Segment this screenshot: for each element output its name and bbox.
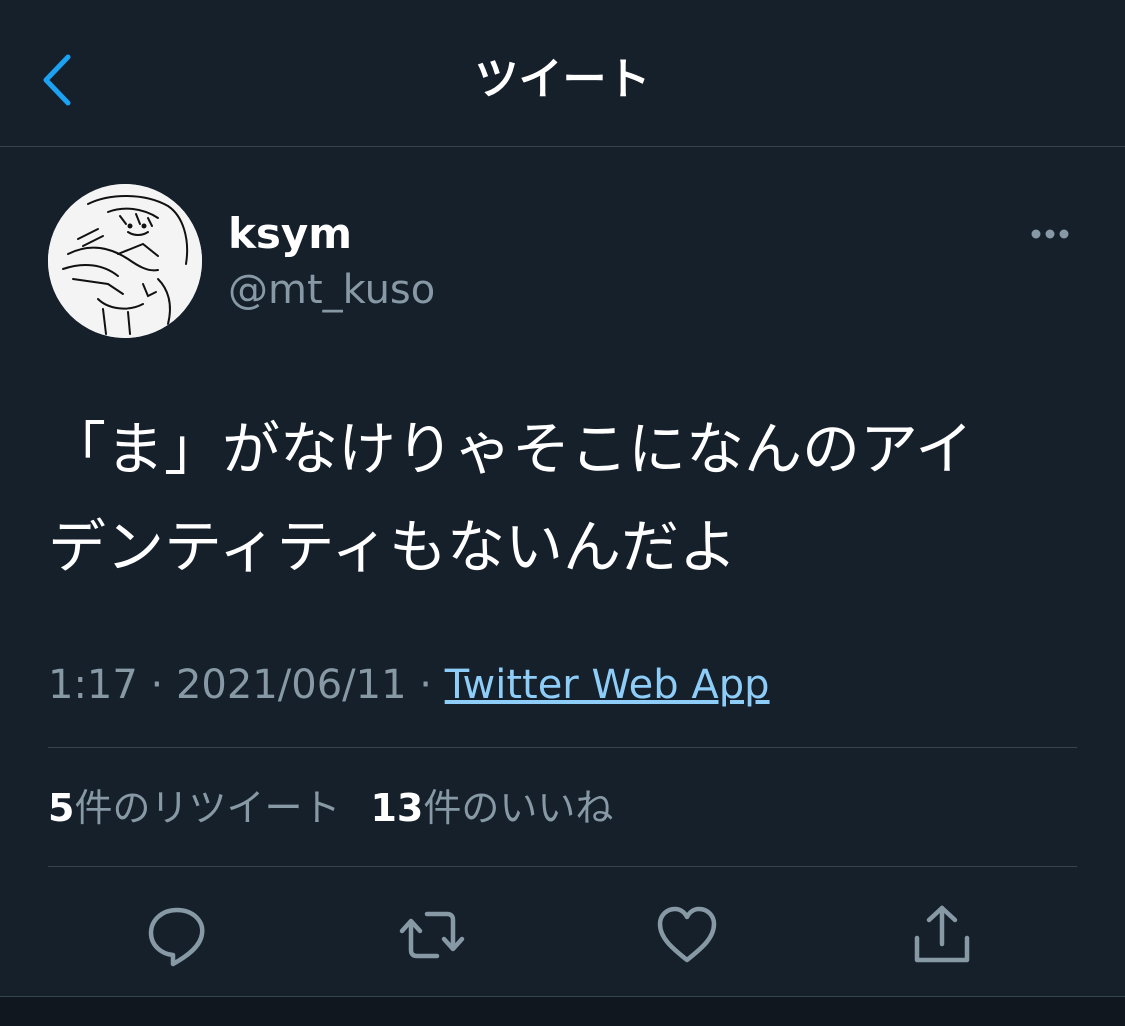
- tweet-text-line: デンティティもないんだよ: [48, 513, 738, 581]
- meta-separator: ·: [150, 662, 164, 708]
- like-label: 件のいいね: [423, 786, 614, 830]
- display-name[interactable]: ksym: [228, 206, 352, 262]
- avatar-sketch-image: [48, 184, 202, 338]
- divider: [48, 747, 1077, 748]
- tweet-date: 2021/06/11: [175, 662, 407, 708]
- like-heart-icon[interactable]: [652, 900, 722, 970]
- bottom-bar: [0, 996, 1125, 1026]
- retweet-stat[interactable]: 5件のリツイート: [48, 786, 340, 830]
- user-handle[interactable]: @mt_kuso: [228, 262, 435, 318]
- divider: [48, 866, 1077, 867]
- avatar[interactable]: [48, 184, 202, 338]
- tweet-source-link[interactable]: Twitter Web App: [445, 662, 770, 708]
- like-count: 13: [370, 786, 424, 830]
- tweet-text: 「ま」がなけりゃそこになんのアイ デンティティもないんだよ: [48, 400, 1088, 596]
- tweet-meta: 1:17 · 2021/06/11 · Twitter Web App: [48, 657, 770, 713]
- meta-separator: ·: [419, 662, 432, 708]
- reply-icon[interactable]: [142, 900, 212, 970]
- tweet-time: 1:17: [48, 662, 138, 708]
- retweet-icon[interactable]: [397, 900, 467, 970]
- retweet-label: 件のリツイート: [74, 786, 341, 830]
- page-title: ツイート: [474, 54, 651, 105]
- share-icon[interactable]: [907, 900, 977, 970]
- tweet-text-line: 「ま」がなけりゃそこになんのアイ: [48, 415, 974, 483]
- engagement-stats: 5件のリツイート 13件のいいね: [48, 780, 613, 836]
- nav-bar: ツイート: [0, 0, 1125, 147]
- like-stat[interactable]: 13件のいいね: [370, 786, 613, 830]
- retweet-count: 5: [48, 786, 75, 830]
- more-options-icon[interactable]: [1020, 214, 1080, 254]
